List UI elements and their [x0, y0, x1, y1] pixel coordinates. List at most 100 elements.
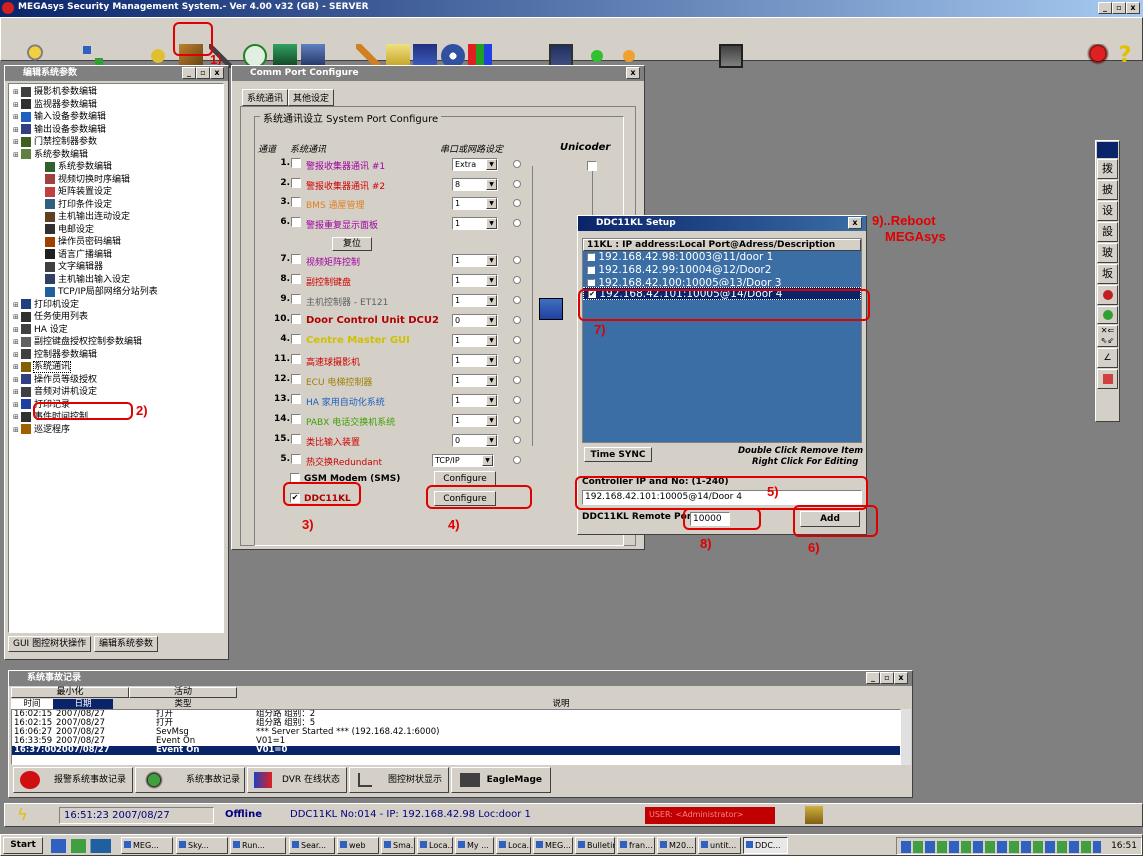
system-log-button[interactable]: 系统事故记录: [135, 767, 245, 793]
tab-edit-params[interactable]: 编辑系统参数: [93, 636, 158, 652]
taskbar-item[interactable]: DDC...: [743, 837, 788, 854]
eaglemage-button[interactable]: EagleMage: [451, 767, 551, 793]
event-row[interactable]: 16:06:27 2007/08/27 SevMsg *** Server Start…: [12, 728, 900, 737]
taskbar-item[interactable]: fran...: [617, 837, 655, 854]
alarm-side-icon[interactable]: [1097, 285, 1118, 305]
side-tool-button[interactable]: 坂: [1097, 264, 1118, 284]
expand-icon[interactable]: ⊞: [13, 111, 21, 124]
restore-button[interactable]: ▫: [1112, 2, 1126, 14]
port-checkbox[interactable]: [291, 314, 301, 324]
event-scrollbar[interactable]: [901, 709, 911, 765]
tree-item[interactable]: ⊞ 门禁控制器参数: [13, 136, 223, 149]
tree-item[interactable]: ⊞ 巡逻程序: [13, 424, 223, 437]
port-checkbox[interactable]: [291, 294, 301, 304]
event-row[interactable]: 16:33:59 2007/08/27 Event On V01=1: [12, 737, 900, 746]
port-radio[interactable]: [513, 276, 521, 284]
tree-item[interactable]: TCP/IP局部网络分站列表: [13, 286, 223, 299]
port-checkbox[interactable]: [291, 414, 301, 424]
expand-icon[interactable]: ⊞: [13, 324, 21, 337]
tree-item[interactable]: ⊞ 摄影机参数编辑: [13, 86, 223, 99]
side-tool-button[interactable]: 设: [1097, 201, 1118, 221]
taskbar-item[interactable]: Sear...: [289, 837, 335, 854]
ddc-ip-list[interactable]: 11KL : IP address:Local Port@Adress/Desc…: [582, 238, 862, 443]
tree-item[interactable]: 系统参数编辑: [13, 161, 223, 174]
event-table[interactable]: 16:02:15 2007/08/27 打开 组分路 组别：2 16:02:15 2007…: [11, 709, 901, 765]
start-button[interactable]: Start: [3, 837, 43, 854]
ddc-item-checkbox[interactable]: [587, 279, 595, 286]
expand-icon[interactable]: ⊞: [13, 99, 21, 112]
ddc-list-item[interactable]: 192.168.42.98:10003@11/door 1: [583, 251, 861, 264]
tree-item[interactable]: ⊞ 输出设备参数编辑: [13, 124, 223, 137]
tab-activity[interactable]: 活动: [129, 687, 237, 698]
tree-item[interactable]: ⊞ 系统参数编辑: [13, 149, 223, 162]
comm-close-button[interactable]: x: [626, 67, 640, 79]
event-row[interactable]: 16:02:15 2007/08/27 打开 组分路 组别：5: [12, 719, 900, 728]
taskbar-item[interactable]: Sma...: [381, 837, 415, 854]
port-radio[interactable]: [513, 219, 521, 227]
system-tree[interactable]: ⊞ 摄影机参数编辑 ⊞ 监视器参数编辑 ⊞ 输入设备参数编辑 ⊞ 输出设备参数编辑 ⊞ 门禁控制器…: [8, 83, 224, 633]
tree-item[interactable]: ⊞ 音频对讲机设定: [13, 386, 223, 399]
tree-item[interactable]: 主机输出连动设定: [13, 211, 223, 224]
side-tool-button[interactable]: 玻: [1097, 243, 1118, 263]
alarm-log-button[interactable]: 报警系统事故记录: [13, 767, 133, 793]
port-select[interactable]: 0 ▼: [452, 314, 498, 327]
port-radio[interactable]: [513, 456, 521, 464]
port-select[interactable]: 1 ▼: [452, 197, 498, 210]
ddc-list-item[interactable]: 192.168.42.99:10004@12/Door2: [583, 264, 861, 277]
event-row[interactable]: 16:37:00 2007/08/27 Event On V01=0: [12, 746, 900, 755]
tree-item[interactable]: 电邮设定: [13, 224, 223, 237]
dvr-status-button[interactable]: DVR 在线状态: [247, 767, 347, 793]
ddc-close-button[interactable]: x: [848, 217, 862, 229]
port-select[interactable]: 1 ▼: [452, 254, 498, 267]
side-tool-button[interactable]: 拨: [1097, 159, 1118, 179]
reset-button[interactable]: 复位: [332, 237, 372, 251]
port-radio[interactable]: [513, 180, 521, 188]
port-checkbox[interactable]: [291, 254, 301, 264]
expand-icon[interactable]: ⊞: [13, 299, 21, 312]
port-select[interactable]: TCP/IP ▼: [432, 454, 494, 467]
tree-item[interactable]: ⊞ 控制器参数编辑: [13, 349, 223, 362]
port-select[interactable]: 1 ▼: [452, 294, 498, 307]
port-radio[interactable]: [513, 199, 521, 207]
port-checkbox[interactable]: [291, 394, 301, 404]
taskbar-item[interactable]: MEG...: [533, 837, 573, 854]
port-select[interactable]: Extra ▼: [452, 158, 498, 171]
tree-item[interactable]: ⊞ 输入设备参数编辑: [13, 111, 223, 124]
port-select[interactable]: 0 ▼: [452, 434, 498, 447]
port-select[interactable]: 1 ▼: [452, 274, 498, 287]
expand-icon[interactable]: ⊞: [13, 336, 21, 349]
port-select[interactable]: 1 ▼: [452, 354, 498, 367]
tree-item[interactable]: ⊞ 操作员等级授权: [13, 374, 223, 387]
port-radio[interactable]: [513, 396, 521, 404]
expand-icon[interactable]: ⊞: [13, 411, 21, 424]
tree-item[interactable]: 操作员密码编辑: [13, 236, 223, 249]
port-checkbox[interactable]: [291, 217, 301, 227]
minimize-button[interactable]: _: [1098, 2, 1112, 14]
port-radio[interactable]: [513, 296, 521, 304]
expand-icon[interactable]: ⊞: [13, 361, 21, 374]
port-checkbox[interactable]: [291, 158, 301, 168]
port-radio[interactable]: [513, 336, 521, 344]
port-radio[interactable]: [513, 356, 521, 364]
tab-system-comm[interactable]: 系统通讯: [242, 89, 289, 106]
tab-gui-tree[interactable]: GUI 图控树状操作: [8, 636, 92, 652]
port-radio[interactable]: [513, 376, 521, 384]
port-radio[interactable]: [513, 256, 521, 264]
port-select[interactable]: 1 ▼: [452, 334, 498, 347]
expand-icon[interactable]: ⊞: [13, 86, 21, 99]
ddc-item-checkbox[interactable]: [587, 266, 595, 274]
tree-item[interactable]: ⊞ HA 设定: [13, 324, 223, 337]
expand-icon[interactable]: ⊞: [13, 399, 21, 412]
expand-icon[interactable]: ⊞: [13, 149, 21, 162]
tree-item[interactable]: 视频切换时序编辑: [13, 174, 223, 187]
taskbar-item[interactable]: untit...: [698, 837, 741, 854]
tab-minimize[interactable]: 最小化: [11, 687, 129, 698]
orange-status-icon[interactable]: [623, 50, 635, 62]
taskbar-item[interactable]: M20...: [657, 837, 696, 854]
port-select[interactable]: 1 ▼: [452, 374, 498, 387]
unicoder-checkbox[interactable]: [587, 161, 597, 171]
port-select[interactable]: 1 ▼: [452, 394, 498, 407]
tree-item[interactable]: ⊞ 副控键盘授权控制参数编辑: [13, 336, 223, 349]
close-button[interactable]: x: [1126, 2, 1140, 14]
expand-icon[interactable]: ⊞: [13, 311, 21, 324]
